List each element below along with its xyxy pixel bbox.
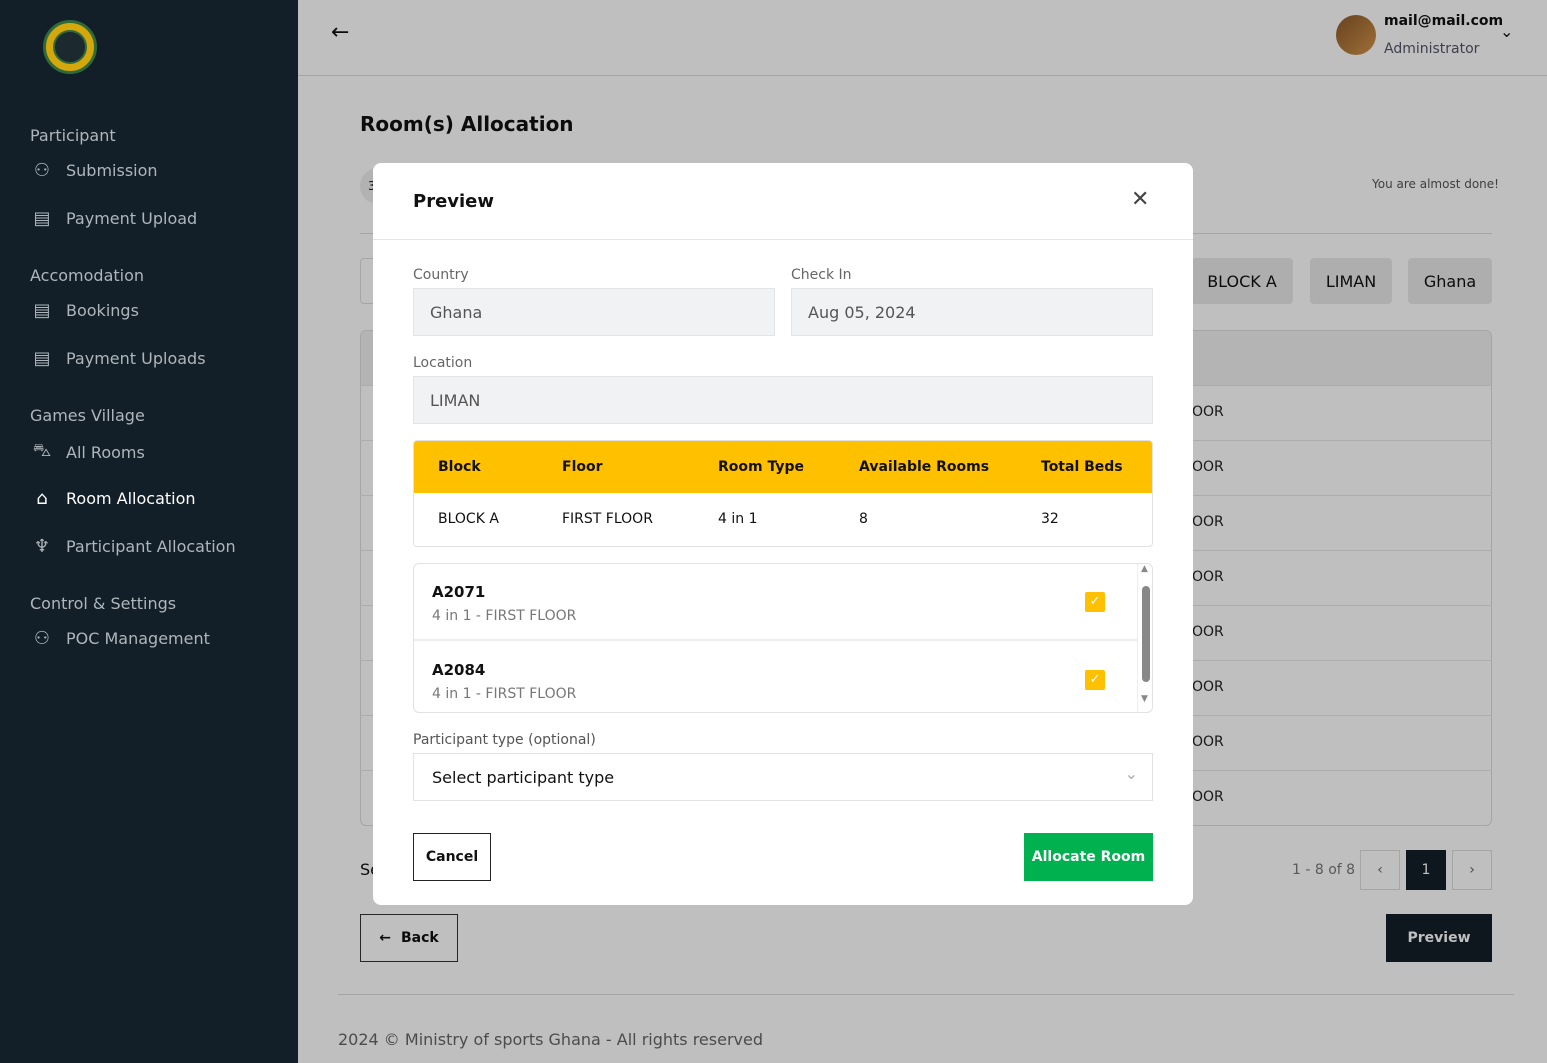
checkin-field: Aug 05, 2024 [791, 288, 1153, 336]
sidebar-item-poc-management[interactable]: ⚇ POC Management [30, 628, 210, 649]
room-desc: 4 in 1 - FIRST FLOOR [432, 608, 577, 624]
sidebar-item-payment-uploads[interactable]: ▤ Payment Uploads [30, 348, 206, 369]
users-icon: ⚇ [33, 628, 51, 649]
section-control: Control & Settings [30, 594, 177, 613]
room-item[interactable]: A2071 4 in 1 - FIRST FLOOR ✓ [414, 564, 1137, 641]
th-floor: Floor [562, 459, 603, 475]
room-item[interactable]: A2084 4 in 1 - FIRST FLOOR ✓ [414, 642, 1137, 712]
label: Participant Allocation [66, 537, 236, 556]
section-participant: Participant [30, 126, 116, 145]
sidebar: Participant ⚇ Submission ▤ Payment Upload … [0, 0, 298, 1063]
allocate-room-button[interactable]: Allocate Room [1024, 833, 1153, 881]
td-available: 8 [859, 511, 868, 527]
label: All Rooms [66, 442, 145, 462]
bed-icon: ⛍ [32, 440, 52, 461]
chevron-down-icon: ⌄ [1124, 764, 1138, 783]
location-field: LIMAN [413, 376, 1153, 424]
sidebar-item-participant-allocation[interactable]: ♆ Participant Allocation [30, 536, 236, 557]
room-desc: 4 in 1 - FIRST FLOOR [432, 686, 577, 702]
cancel-button[interactable]: Cancel [413, 833, 491, 881]
user-icon: ⚇ [33, 160, 51, 181]
label: Submission [66, 161, 158, 180]
sidebar-item-submission[interactable]: ⚇ Submission [30, 160, 158, 181]
room-code: A2084 [432, 661, 486, 679]
label: Payment Uploads [66, 349, 206, 368]
label: Bookings [66, 301, 139, 320]
country-field: Ghana [413, 288, 775, 336]
ptype-placeholder: Select participant type [432, 768, 615, 787]
sidebar-item-payment-upload[interactable]: ▤ Payment Upload [30, 208, 197, 229]
room-code: A2071 [432, 583, 486, 601]
document-icon: ▤ [33, 348, 51, 369]
label: Room Allocation [66, 489, 196, 508]
th-available: Available Rooms [859, 459, 990, 475]
room-list: A2071 4 in 1 - FIRST FLOOR ✓ A2084 4 in … [413, 563, 1153, 713]
room-checkbox[interactable]: ✓ [1085, 670, 1105, 690]
home-icon: ⌂ [36, 488, 48, 509]
td-beds: 32 [1041, 511, 1059, 527]
label: POC Management [66, 629, 210, 648]
sidebar-item-bookings[interactable]: ▤ Bookings [30, 300, 139, 321]
table-header: Block Floor Room Type Available Rooms To… [414, 441, 1152, 493]
close-icon[interactable]: ✕ [1131, 187, 1149, 212]
document-icon: ▤ [33, 300, 51, 321]
section-games-village: Games Village [30, 406, 145, 425]
td-block: BLOCK A [438, 511, 499, 527]
document-icon: ▤ [33, 208, 51, 229]
td-room-type: 4 in 1 [718, 511, 758, 527]
td-floor: FIRST FLOOR [562, 511, 653, 527]
sidebar-item-all-rooms[interactable]: ⛍ All Rooms [30, 440, 145, 464]
games-logo [43, 20, 97, 74]
scrollbar[interactable]: ▲ ▼ [1137, 564, 1152, 712]
th-room-type: Room Type [718, 459, 805, 475]
country-label: Country [413, 267, 469, 283]
th-block: Block [438, 459, 481, 475]
modal-title: Preview [413, 191, 495, 212]
th-beds: Total Beds [1041, 459, 1123, 475]
ptype-label: Participant type (optional) [413, 732, 596, 748]
location-label: Location [413, 355, 473, 371]
sidebar-item-room-allocation[interactable]: ⌂ Room Allocation [30, 488, 196, 509]
divider [373, 239, 1193, 240]
summary-table: Block Floor Room Type Available Rooms To… [413, 440, 1153, 547]
section-accomodation: Accomodation [30, 266, 145, 285]
label: Payment Upload [66, 209, 198, 228]
room-checkbox[interactable]: ✓ [1085, 592, 1105, 612]
preview-modal: Preview ✕ Country Ghana Check In Aug 05,… [373, 163, 1193, 905]
checkin-label: Check In [791, 267, 852, 283]
participant-type-select[interactable]: Select participant type ⌄ [413, 753, 1153, 801]
trophy-icon: ♆ [33, 536, 51, 557]
table-row: BLOCK A FIRST FLOOR 4 in 1 8 32 [414, 493, 1152, 546]
